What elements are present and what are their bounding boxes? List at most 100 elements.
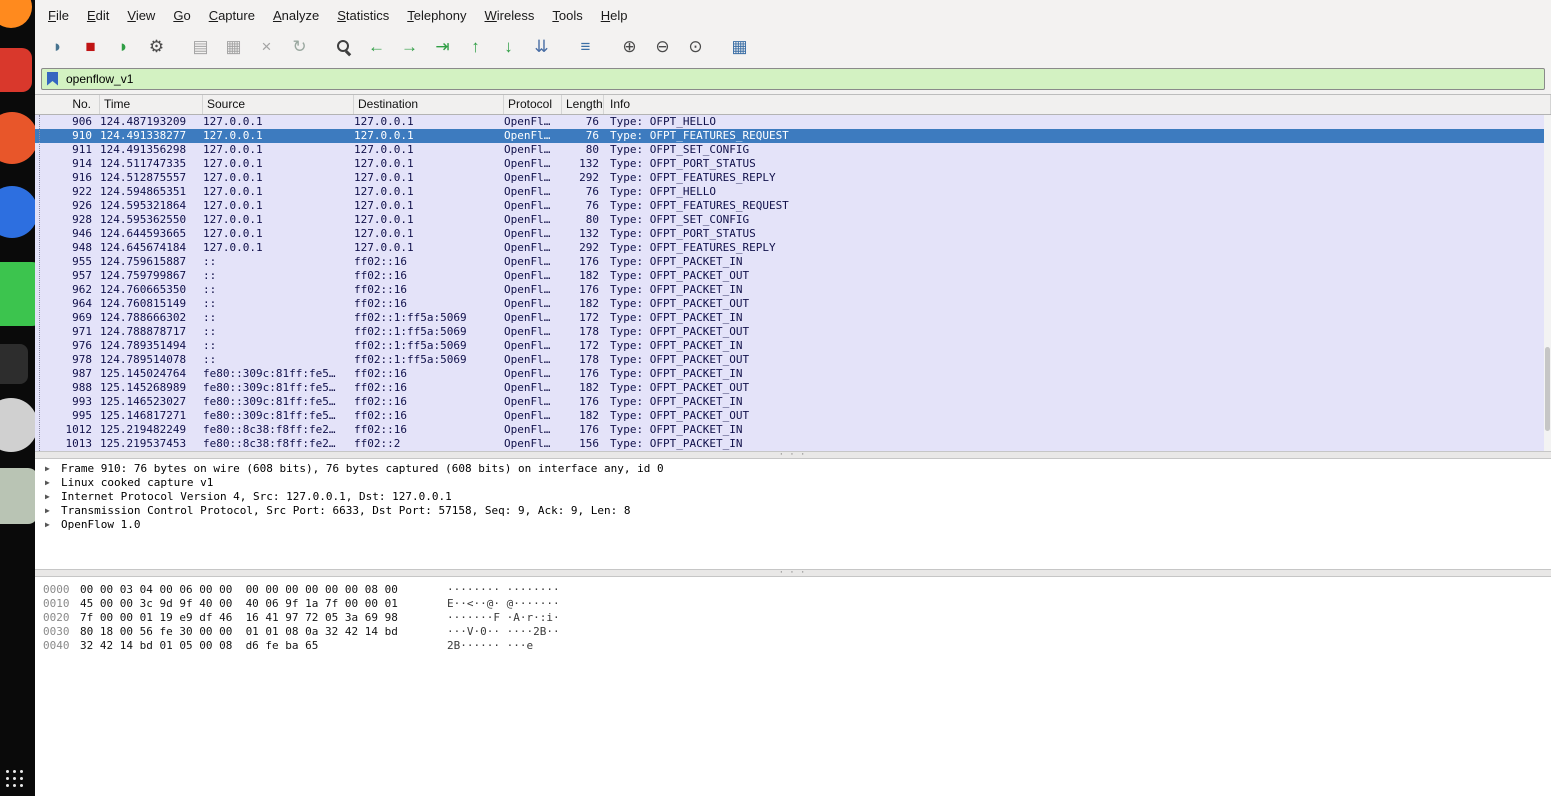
packet-row-993[interactable]: 993 125.146523027 fe80::309c:81ff:fe5… ff02…: [35, 395, 1551, 409]
packet-row-916[interactable]: 916 124.512875557 127.0.0.1 127.0.0.1 OpenFl…: [35, 171, 1551, 185]
dock-icon-firefox[interactable]: [0, 0, 32, 28]
desktop-dock: [0, 0, 35, 796]
hex-dump-pane: 0000 00 00 03 04 00 06 00 00 00 00 00 00 …: [35, 577, 1551, 697]
packet-list-header: No. Time Source Destination Protocol Length In…: [35, 95, 1551, 115]
display-filter-input[interactable]: openflow_v1: [41, 67, 1545, 90]
expand-arrow-icon[interactable]: ▶: [45, 476, 50, 490]
column-header-time[interactable]: Time: [100, 95, 203, 114]
expand-arrow-icon[interactable]: ▶: [45, 462, 50, 476]
filter-bar: openflow_v1: [35, 63, 1551, 95]
packet-row-987[interactable]: 987 125.145024764 fe80::309c:81ff:fe5… ff02…: [35, 367, 1551, 381]
last-packet-button[interactable]: ↓: [494, 33, 523, 60]
menu-view[interactable]: View: [118, 8, 164, 23]
hex-row-0010[interactable]: 0010 45 00 00 3c 9d 9f 40 00 40 06 9f 1a …: [35, 597, 1551, 611]
first-packet-button[interactable]: ↑: [461, 33, 490, 60]
packet-row-911[interactable]: 911 124.491356298 127.0.0.1 127.0.0.1 OpenFl…: [35, 143, 1551, 157]
find-packet-button[interactable]: [329, 33, 358, 60]
save-capture-file-button[interactable]: ▦: [219, 33, 248, 60]
previous-packet-button[interactable]: ←: [362, 33, 391, 60]
colorize-packets-button[interactable]: ≡: [571, 33, 600, 60]
menu-help[interactable]: Help: [592, 8, 637, 23]
menu-file[interactable]: File: [39, 8, 78, 23]
menu-telephony[interactable]: Telephony: [398, 8, 475, 23]
packet-row-910[interactable]: 910 124.491338277 127.0.0.1 127.0.0.1 OpenFl…: [35, 129, 1551, 143]
bookmark-icon[interactable]: [47, 71, 58, 86]
capture-options-button[interactable]: ⚙: [142, 33, 171, 60]
packet-row-971[interactable]: 971 124.788878717:: ff02::1:ff5a:5069 OpenF…: [35, 325, 1551, 339]
dock-icon-orange-app[interactable]: [0, 112, 35, 164]
hex-row-0020[interactable]: 0020 7f 00 00 01 19 e9 df 46 16 41 97 72 …: [35, 611, 1551, 625]
restart-capture-button[interactable]: ◗: [109, 33, 138, 60]
menu-wireless[interactable]: Wireless: [476, 8, 544, 23]
resize-columns-button[interactable]: ▦: [725, 33, 754, 60]
packet-list-scrollbar[interactable]: [1544, 115, 1551, 451]
hex-row-0040[interactable]: 0040 32 42 14 bd 01 05 00 08 d6 fe ba 65 2…: [35, 639, 1551, 653]
column-header-protocol[interactable]: Protocol: [504, 95, 562, 114]
packet-details-pane: ▶ Frame 910: 76 bytes on wire (608 bits),…: [35, 459, 1551, 569]
column-header-no[interactable]: No.: [35, 95, 100, 114]
hex-row-0030[interactable]: 0030 80 18 00 56 fe 30 00 00 01 01 08 0a …: [35, 625, 1551, 639]
column-header-length[interactable]: Length: [562, 95, 604, 114]
packet-row-948[interactable]: 948 124.645674184 127.0.0.1 127.0.0.1 OpenFl…: [35, 241, 1551, 255]
packet-row-995[interactable]: 995 125.146817271 fe80::309c:81ff:fe5… ff02…: [35, 409, 1551, 423]
packet-row-914[interactable]: 914 124.511747335 127.0.0.1 127.0.0.1 OpenFl…: [35, 157, 1551, 171]
magnifier-icon: [335, 38, 352, 55]
packet-row-926[interactable]: 926 124.595321864 127.0.0.1 127.0.0.1 OpenFl…: [35, 199, 1551, 213]
hex-row-0000[interactable]: 0000 00 00 03 04 00 06 00 00 00 00 00 00 …: [35, 583, 1551, 597]
stop-capture-button[interactable]: ■: [76, 33, 105, 60]
main-toolbar: ◗ ■ ◗ ⚙ ▤ ▦ × ↻ ← → ⇥ ↑ ↓ ⇊ ≡ ⊕ ⊖ ⊙ ▦: [35, 30, 1551, 63]
detail-line-1[interactable]: ▶ Linux cooked capture v1: [35, 476, 1551, 490]
detail-line-4[interactable]: ▶ OpenFlow 1.0: [35, 518, 1551, 532]
menu-statistics[interactable]: Statistics: [328, 8, 398, 23]
detail-line-2[interactable]: ▶ Internet Protocol Version 4, Src: 127.0…: [35, 490, 1551, 504]
reload-capture-file-button[interactable]: ↻: [285, 33, 314, 60]
expand-arrow-icon[interactable]: ▶: [45, 490, 50, 504]
menu-go[interactable]: Go: [164, 8, 199, 23]
splitter-list-details[interactable]: [35, 451, 1551, 459]
dock-icon-red-app[interactable]: [0, 48, 32, 92]
expand-arrow-icon[interactable]: ▶: [45, 504, 50, 518]
dock-icon-blue-app[interactable]: [0, 186, 35, 238]
detail-line-3[interactable]: ▶ Transmission Control Protocol, Src Port…: [35, 504, 1551, 518]
zoom-out-button[interactable]: ⊖: [648, 33, 677, 60]
go-to-packet-button[interactable]: ⇥: [428, 33, 457, 60]
column-header-info[interactable]: Info: [604, 95, 1551, 114]
grid-dots-icon: [6, 770, 9, 773]
menu-tools[interactable]: Tools: [543, 8, 591, 23]
auto-scroll-button[interactable]: ⇊: [527, 33, 556, 60]
menu-capture[interactable]: Capture: [200, 8, 264, 23]
close-capture-file-button[interactable]: ×: [252, 33, 281, 60]
packet-row-946[interactable]: 946 124.644593665 127.0.0.1 127.0.0.1 OpenFl…: [35, 227, 1551, 241]
packet-row-969[interactable]: 969 124.788666302:: ff02::1:ff5a:5069 OpenF…: [35, 311, 1551, 325]
column-header-source[interactable]: Source: [203, 95, 354, 114]
packet-row-962[interactable]: 962 124.760665350:: ff02::16 OpenFl… 176 Type…: [35, 283, 1551, 297]
packet-row-1012[interactable]: 1012 125.219482249 fe80::8c38:f8ff:fe2… ff0…: [35, 423, 1551, 437]
packet-row-906[interactable]: 906 124.487193209 127.0.0.1 127.0.0.1 OpenFl…: [35, 115, 1551, 129]
packet-row-928[interactable]: 928 124.595362550 127.0.0.1 127.0.0.1 OpenFl…: [35, 213, 1551, 227]
dock-icon-sage-app[interactable]: [0, 468, 35, 524]
packet-row-922[interactable]: 922 124.594865351 127.0.0.1 127.0.0.1 OpenFl…: [35, 185, 1551, 199]
zoom-in-button[interactable]: ⊕: [615, 33, 644, 60]
expand-arrow-icon[interactable]: ▶: [45, 518, 50, 532]
scrollbar-thumb[interactable]: [1545, 347, 1550, 431]
packet-row-964[interactable]: 964 124.760815149:: ff02::16 OpenFl… 182 Type…: [35, 297, 1551, 311]
packet-row-988[interactable]: 988 125.145268989 fe80::309c:81ff:fe5… ff02…: [35, 381, 1551, 395]
next-packet-button[interactable]: →: [395, 33, 424, 60]
packet-row-957[interactable]: 957 124.759799867:: ff02::16 OpenFl… 182 Type…: [35, 269, 1551, 283]
display-filter-text: openflow_v1: [66, 71, 134, 86]
zoom-original-button[interactable]: ⊙: [681, 33, 710, 60]
packet-row-976[interactable]: 976 124.789351494:: ff02::1:ff5a:5069 OpenF…: [35, 339, 1551, 353]
dock-icon-green-app[interactable]: [0, 262, 35, 326]
menu-analyze[interactable]: Analyze: [264, 8, 328, 23]
start-capture-button[interactable]: ◗: [43, 33, 72, 60]
show-applications-button[interactable]: [4, 768, 24, 788]
dock-icon-dark-app[interactable]: [0, 344, 28, 384]
splitter-details-hex[interactable]: [35, 569, 1551, 577]
open-capture-file-button[interactable]: ▤: [186, 33, 215, 60]
packet-row-955[interactable]: 955 124.759615887:: ff02::16 OpenFl… 176 Type…: [35, 255, 1551, 269]
packet-row-978[interactable]: 978 124.789514078:: ff02::1:ff5a:5069 OpenF…: [35, 353, 1551, 367]
dock-icon-gray-app[interactable]: [0, 398, 35, 452]
column-header-destination[interactable]: Destination: [354, 95, 504, 114]
menu-edit[interactable]: Edit: [78, 8, 118, 23]
detail-line-0[interactable]: ▶ Frame 910: 76 bytes on wire (608 bits),…: [35, 462, 1551, 476]
